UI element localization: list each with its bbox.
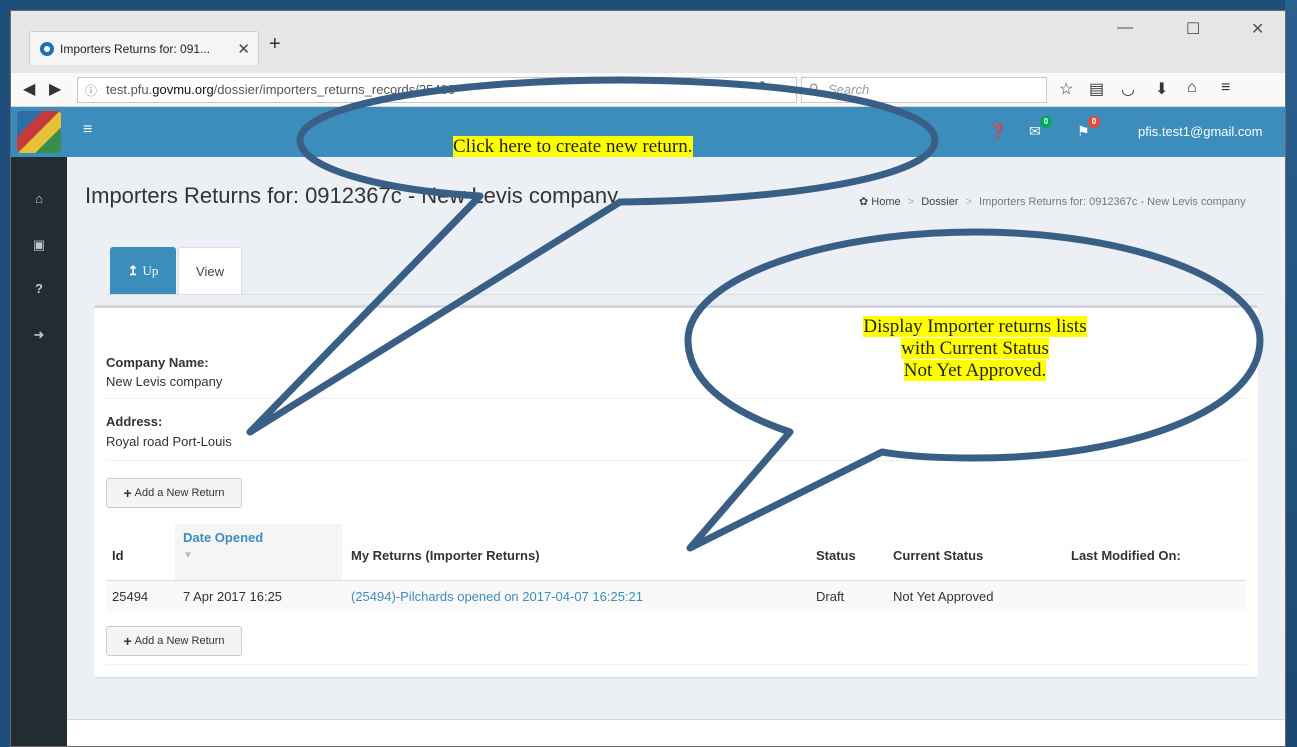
callout-create-label: Click here to create new return. — [453, 136, 693, 157]
callout-text-create: Click here to create new return. — [453, 136, 693, 158]
callout-tail-create-fill — [250, 198, 598, 432]
callout-status-line2: with Current Status — [901, 338, 1049, 359]
screenshot-frame: Importers Returns for: 091... ✕ + — ☐ ✕ … — [0, 0, 1297, 747]
callout-text-status: Display Importer returns lists with Curr… — [775, 316, 1175, 382]
callout-status-line3: Not Yet Approved. — [903, 360, 1047, 381]
callout-status-line1: Display Importer returns lists — [863, 316, 1087, 337]
callout-bubble-status — [684, 228, 1264, 552]
